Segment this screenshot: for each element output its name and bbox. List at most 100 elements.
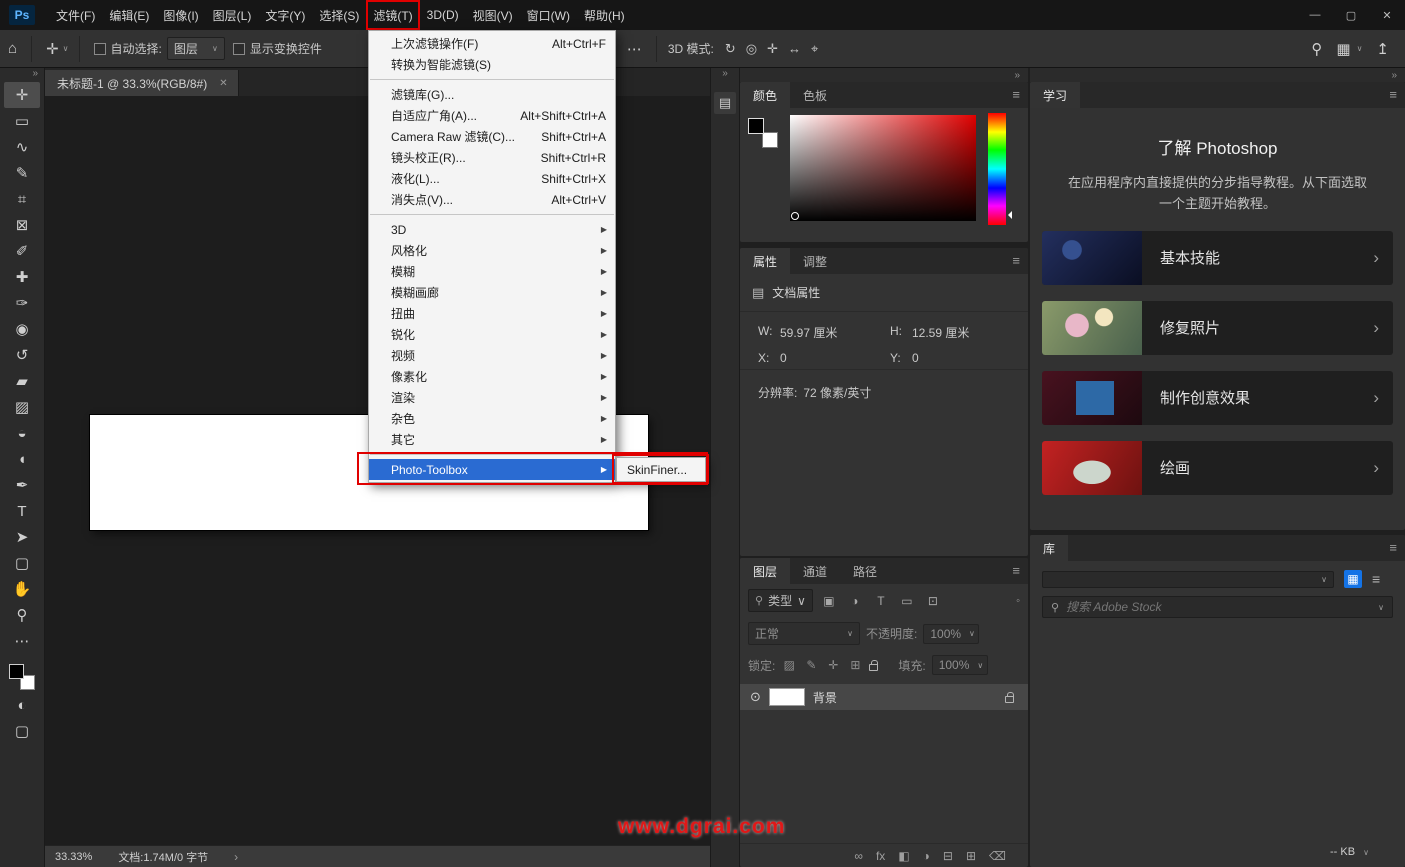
tool-lasso[interactable]: ∿ — [4, 134, 40, 160]
menu-item-filter-gallery[interactable]: 滤镜库(G)... — [369, 84, 615, 105]
screen-mode-button[interactable]: ▢ — [4, 718, 40, 744]
expand-panels-icon[interactable]: » — [722, 68, 728, 82]
resolution-value[interactable]: 72 像素/英寸 — [803, 384, 871, 401]
menu-item-camera-raw[interactable]: Camera Raw 滤镜(C)... Shift+Ctrl+A — [369, 126, 615, 147]
lock-position-icon[interactable]: ✛ — [825, 658, 841, 672]
menu-help[interactable]: 帮助(H) — [577, 0, 632, 30]
tab-paths[interactable]: 路径 — [840, 558, 890, 584]
tool-healing-brush[interactable]: ✚ — [4, 264, 40, 290]
tool-crop[interactable]: ⌗ — [4, 186, 40, 212]
tool-clone-stamp[interactable]: ◉ — [4, 316, 40, 342]
3d-scale-icon[interactable]: ⌖ — [811, 41, 818, 57]
menu-item-vanishing-point[interactable]: 消失点(V)... Alt+Ctrl+V — [369, 189, 615, 210]
learn-card-basic-skills[interactable]: 基本技能 › — [1042, 231, 1393, 285]
menu-item-last-filter[interactable]: 上次滤镜操作(F) Alt+Ctrl+F — [369, 33, 615, 54]
menu-item-convert-smart-filters[interactable]: 转换为智能滤镜(S) — [369, 54, 615, 75]
tool-history-brush[interactable]: ↺ — [4, 342, 40, 368]
menu-layer[interactable]: 图层(L) — [206, 0, 259, 30]
foreground-color-swatch[interactable] — [9, 664, 24, 679]
tab-learn[interactable]: 学习 — [1030, 82, 1080, 108]
lock-artboard-icon[interactable]: ⊞ — [847, 658, 863, 672]
filter-adjustment-layers-icon[interactable]: ◑ — [845, 594, 865, 608]
filter-pixel-layers-icon[interactable]: ▣ — [819, 594, 839, 608]
color-picker-knob[interactable] — [791, 212, 799, 220]
menu-item-liquify[interactable]: 液化(L)... Shift+Ctrl+X — [369, 168, 615, 189]
quick-mask-button[interactable]: ◐ — [4, 692, 40, 718]
adjustment-layer-icon[interactable]: ◑ — [923, 849, 930, 863]
filter-type-layers-icon[interactable]: T — [871, 594, 891, 608]
menu-select[interactable]: 选择(S) — [312, 0, 366, 30]
panel-menu-icon[interactable]: ≡ — [1012, 563, 1020, 578]
blend-mode-select[interactable]: 正常 ∨ — [748, 622, 860, 645]
tool-dodge[interactable]: ◖ — [4, 446, 40, 472]
layer-visibility-icon[interactable]: ⊙ — [750, 689, 761, 705]
menu-item-blur[interactable]: 模糊 ▶ — [369, 261, 615, 282]
tab-channels[interactable]: 通道 — [790, 558, 840, 584]
width-value[interactable]: 59.97 厘米 — [780, 324, 890, 341]
layer-style-icon[interactable]: fx — [876, 849, 885, 863]
x-value[interactable]: 0 — [780, 351, 890, 365]
panel-menu-icon[interactable]: ≡ — [1012, 87, 1020, 102]
document-tab[interactable]: 未标题-1 @ 33.3%(RGB/8#) ✕ — [45, 70, 239, 96]
collapse-tools-icon[interactable]: » — [32, 68, 44, 82]
menu-3d[interactable]: 3D(D) — [420, 0, 466, 30]
adobe-stock-search[interactable]: ⚲ ∨ — [1042, 596, 1393, 618]
lock-transparent-pixels-icon[interactable]: ▨ — [781, 658, 797, 672]
tool-hand[interactable]: ✋ — [4, 576, 40, 602]
zoom-level-field[interactable]: 33.33% — [55, 851, 92, 863]
panel-menu-icon[interactable]: ≡ — [1389, 87, 1397, 102]
3d-slide-icon[interactable]: ↔ — [788, 41, 801, 57]
menu-item-render[interactable]: 渲染 ▶ — [369, 387, 615, 408]
show-transform-checkbox[interactable] — [233, 43, 245, 55]
hue-slider[interactable] — [988, 113, 1006, 225]
3d-roll-icon[interactable]: ◎ — [746, 41, 757, 57]
menu-item-lens-correction[interactable]: 镜头校正(R)... Shift+Ctrl+R — [369, 147, 615, 168]
auto-select-checkbox[interactable] — [94, 43, 106, 55]
3d-drag-icon[interactable]: ✛ — [767, 41, 778, 57]
link-layers-icon[interactable]: ∞ — [854, 849, 863, 863]
tool-zoom[interactable]: ⚲ — [4, 602, 40, 628]
grid-view-icon[interactable]: ▦ — [1344, 570, 1362, 588]
add-mask-icon[interactable]: ◧ — [898, 849, 909, 863]
hue-slider-marker[interactable] — [1004, 211, 1012, 219]
collapse-panels-icon[interactable]: » — [1391, 70, 1397, 81]
library-select[interactable]: ∨ — [1042, 571, 1334, 588]
more-options-icon[interactable]: ⋯ — [619, 40, 650, 58]
panel-menu-icon[interactable]: ≡ — [1389, 540, 1397, 555]
learn-card-painting[interactable]: 绘画 › — [1042, 441, 1393, 495]
tool-blur[interactable]: ◒ — [4, 420, 40, 446]
layer-thumbnail[interactable] — [769, 688, 805, 706]
chevron-down-icon[interactable]: ∨ — [1378, 603, 1384, 612]
workspace-layout-icon[interactable]: ▦ — [1336, 40, 1350, 58]
panel-menu-icon[interactable]: ≡ — [1012, 253, 1020, 268]
tool-type[interactable]: T — [4, 498, 40, 524]
color-panel-fgbg-swatch[interactable] — [748, 118, 778, 148]
menu-item-noise[interactable]: 杂色 ▶ — [369, 408, 615, 429]
menu-item-3d[interactable]: 3D ▶ — [369, 219, 615, 240]
tool-eraser[interactable]: ▰ — [4, 368, 40, 394]
chevron-down-icon[interactable]: ∨ — [1363, 848, 1369, 857]
edit-toolbar-button[interactable]: ⋯ — [4, 628, 40, 654]
tool-frame[interactable]: ⊠ — [4, 212, 40, 238]
fill-input[interactable]: 100% ∨ — [932, 655, 988, 675]
menu-item-adaptive-wide-angle[interactable]: 自适应广角(A)... Alt+Shift+Ctrl+A — [369, 105, 615, 126]
foreground-color-swatch[interactable] — [748, 118, 764, 134]
menu-item-stylize[interactable]: 风格化 ▶ — [369, 240, 615, 261]
new-layer-icon[interactable]: ⊞ — [966, 849, 976, 863]
share-icon[interactable]: ↥ — [1376, 40, 1389, 58]
tab-close-icon[interactable]: ✕ — [219, 78, 227, 89]
menu-item-distort[interactable]: 扭曲 ▶ — [369, 303, 615, 324]
auto-select-dropdown[interactable]: 图层 ∨ — [167, 37, 225, 60]
tool-eyedropper[interactable]: ✐ — [4, 238, 40, 264]
menu-window[interactable]: 窗口(W) — [520, 0, 577, 30]
tab-libraries[interactable]: 库 — [1030, 535, 1068, 561]
menu-item-photo-toolbox[interactable]: Photo-Toolbox ▶ — [369, 459, 615, 480]
layer-name[interactable]: 背景 — [813, 689, 837, 706]
skinfiner-submenu-item[interactable]: SkinFiner... — [616, 457, 706, 482]
maximize-button[interactable]: ▢ — [1333, 0, 1369, 30]
color-swatches[interactable] — [7, 662, 37, 692]
home-icon[interactable]: ⌂ — [0, 40, 25, 57]
layer-filter-type-select[interactable]: ⚲ 类型 ∨ — [748, 589, 813, 612]
tab-layers[interactable]: 图层 — [740, 558, 790, 584]
tool-rect-marquee[interactable]: ▭ — [4, 108, 40, 134]
